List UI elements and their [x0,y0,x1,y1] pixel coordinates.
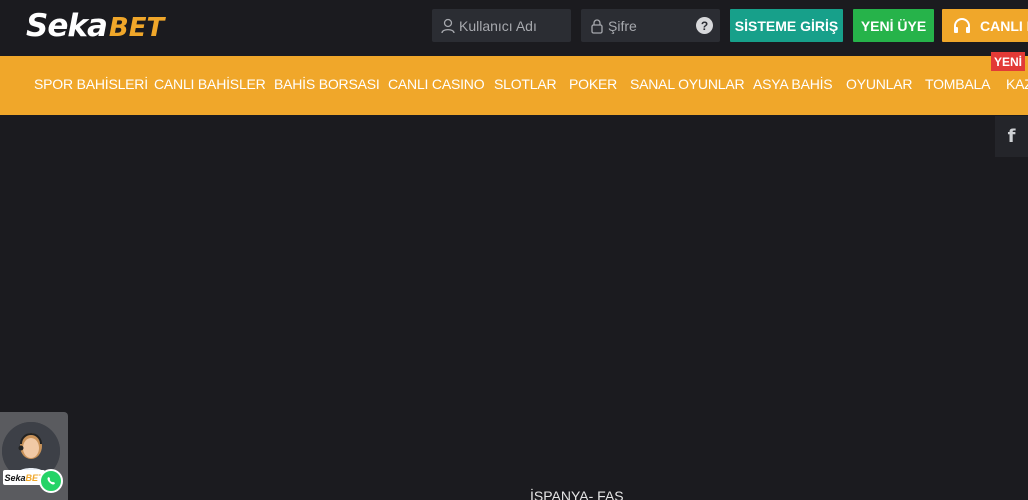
nav-item-canli-bahisler[interactable]: CANLI BAHİSLER [154,76,266,92]
login-button[interactable]: SİSTEME GİRİŞ [730,9,843,42]
top-header: Seka BET ? SİSTEME GİRİŞ YENİ ÜYE CANLI … [0,0,1028,56]
logo-text-part1: Seka [26,8,108,44]
facebook-icon[interactable]: f [995,116,1028,157]
site-logo[interactable]: Seka BET [26,4,164,44]
nav-item-spor-bahisleri[interactable]: SPOR BAHİSLERİ [34,76,148,92]
nav-item-sanal-oyunlar[interactable]: SANAL OYUNLAR [630,76,745,92]
password-field[interactable]: ? [581,9,720,42]
live-support-label: CANLI D [980,17,1028,34]
nav-item-canli-casino[interactable]: CANLI CASINO [388,76,485,92]
nav-item-poker[interactable]: POKER [569,76,617,92]
match-title[interactable]: İSPANYA- FAS [530,488,624,500]
register-button[interactable]: YENİ ÜYE [853,9,934,42]
whatsapp-icon[interactable] [39,469,63,493]
new-badge: YENİ [991,52,1025,71]
widget-logo-part1: Seka [4,472,26,483]
nav-item-bahis-borsasi[interactable]: BAHİS BORSASI [274,76,380,92]
username-input[interactable] [459,17,549,34]
nav-item-tombala[interactable]: TOMBALA [925,76,990,92]
main-nav: SPOR BAHİSLERİ CANLI BAHİSLER BAHİS BORS… [0,56,1028,115]
password-input[interactable] [608,17,698,34]
nav-item-slotlar[interactable]: SLOTLAR [494,76,557,92]
live-support-button[interactable]: CANLI D [942,9,1028,42]
question-circle-icon[interactable]: ? [696,17,713,34]
logo-text-part2: BET [108,13,165,43]
user-icon [441,18,455,34]
nav-item-oyunlar[interactable]: OYUNLAR [846,76,912,92]
nav-item-kazino[interactable]: KAZ [1006,76,1028,92]
nav-item-asya-bahis[interactable]: ASYA BAHİS [753,76,833,92]
lock-icon [590,18,604,34]
headset-icon [952,16,972,36]
username-field[interactable] [432,9,571,42]
